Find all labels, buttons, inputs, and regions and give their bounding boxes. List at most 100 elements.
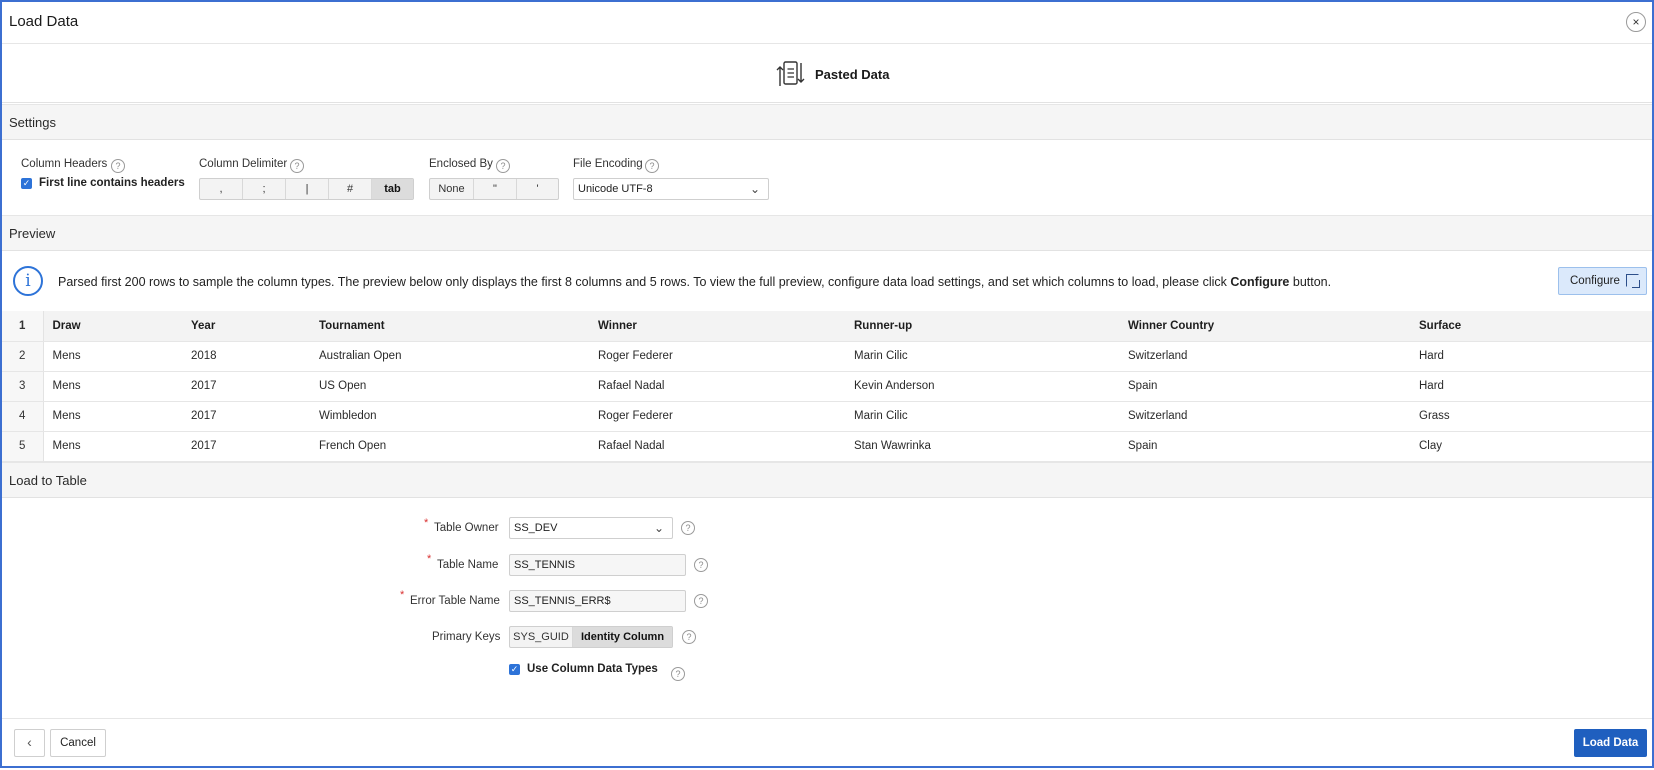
table-cell: Wimbledon [310, 401, 589, 432]
error-table-name-label: Error Table Name [410, 595, 500, 607]
dialog-footer: ‹ Cancel Load Data [2, 718, 1652, 770]
table-cell: Clay [1410, 431, 1652, 462]
required-marker: * [424, 517, 429, 529]
preview-table: 1 Draw Year Tournament Winner Runner-up … [2, 311, 1652, 462]
chevron-down-icon: ⌄ [749, 182, 760, 196]
error-table-name-input[interactable]: SS_TENNIS_ERR$ [509, 590, 686, 612]
load-to-table-section-header: Load to Table [2, 462, 1652, 498]
settings-section-header: Settings [2, 104, 1652, 140]
column-header: Winner Country [1119, 311, 1410, 342]
table-cell: Marin Cilic [845, 401, 1119, 432]
row-number: 2 [2, 341, 44, 372]
configure-button[interactable]: Configure [1558, 267, 1647, 295]
file-encoding-label: File Encoding [573, 158, 643, 170]
table-cell: Roger Federer [589, 341, 845, 372]
table-owner-label: Table Owner [434, 522, 499, 534]
table-owner-value: SS_DEV [514, 522, 558, 534]
column-header: Surface [1410, 311, 1652, 342]
column-header: Tournament [310, 311, 589, 342]
preview-header-row: 1 Draw Year Tournament Winner Runner-up … [2, 311, 1652, 342]
primary-key-option-identity-column[interactable]: Identity Column [573, 627, 672, 647]
table-cell: 2017 [182, 431, 310, 462]
table-cell: 2017 [182, 371, 310, 402]
preview-info-text: Parsed first 200 rows to sample the colu… [58, 275, 1332, 289]
error-table-name-help-icon[interactable]: ? [694, 594, 708, 608]
file-encoding-select[interactable]: Unicode UTF-8 ⌄ [573, 178, 769, 200]
table-name-value: SS_TENNIS [514, 559, 576, 571]
close-icon: × [1632, 15, 1640, 29]
info-icon: i [13, 266, 43, 296]
configure-button-label: Configure [1570, 275, 1620, 287]
enclosed-by-label: Enclosed By [429, 158, 493, 170]
delimiter-option-comma[interactable]: , [200, 179, 243, 199]
enclosed-option-double-quote[interactable]: " [474, 179, 517, 199]
primary-keys-label: Primary Keys [432, 631, 501, 643]
table-name-input[interactable]: SS_TENNIS [509, 554, 686, 576]
delimiter-option-pipe[interactable]: | [286, 179, 329, 199]
close-button[interactable]: × [1626, 12, 1646, 32]
column-headers-help-icon[interactable]: ? [111, 159, 125, 173]
table-cell: Hard [1410, 371, 1652, 402]
primary-keys-selector: SYS_GUID Identity Column [509, 626, 673, 648]
file-encoding-help-icon[interactable]: ? [645, 159, 659, 173]
table-cell: Switzerland [1119, 341, 1410, 372]
table-cell: Hard [1410, 341, 1652, 372]
table-cell: 2017 [182, 401, 310, 432]
table-row: 3 Mens 2017 US Open Rafael Nadal Kevin A… [2, 371, 1652, 402]
table-owner-select[interactable]: SS_DEV ⌄ [509, 517, 673, 539]
delimiter-option-semicolon[interactable]: ; [243, 179, 286, 199]
table-cell: Rafael Nadal [589, 431, 845, 462]
delimiter-option-tab[interactable]: tab [372, 179, 413, 199]
column-delimiter-selector: , ; | # tab [199, 178, 414, 200]
use-column-data-types-label: Use Column Data Types [527, 663, 658, 675]
table-cell: Switzerland [1119, 401, 1410, 432]
preview-section-header: Preview [2, 215, 1652, 251]
table-row: 2 Mens 2018 Australian Open Roger Federe… [2, 341, 1652, 372]
required-marker: * [400, 589, 405, 601]
table-name-help-icon[interactable]: ? [694, 558, 708, 572]
table-cell: Rafael Nadal [589, 371, 845, 402]
enclosed-by-selector: None " ' [429, 178, 559, 200]
column-header: Winner [589, 311, 845, 342]
column-header: Draw [43, 311, 182, 342]
table-owner-help-icon[interactable]: ? [681, 521, 695, 535]
first-line-headers-label: First line contains headers [39, 177, 185, 189]
dialog-title: Load Data [9, 13, 79, 30]
row-number: 4 [2, 401, 44, 432]
required-marker: * [427, 553, 432, 565]
preview-info-row: i Parsed first 200 rows to sample the co… [2, 254, 1652, 312]
column-header: Year [182, 311, 310, 342]
table-cell: Roger Federer [589, 401, 845, 432]
enclosed-option-none[interactable]: None [430, 179, 474, 199]
settings-section-title: Settings [9, 115, 56, 130]
pasted-data-icon [776, 61, 805, 86]
use-column-data-types-checkbox[interactable]: ✓ [509, 664, 520, 675]
column-delimiter-help-icon[interactable]: ? [290, 159, 304, 173]
load-data-button[interactable]: Load Data [1574, 729, 1647, 757]
source-label: Pasted Data [815, 67, 890, 82]
table-row: 4 Mens 2017 Wimbledon Roger Federer Mari… [2, 401, 1652, 432]
delimiter-option-hash[interactable]: # [329, 179, 372, 199]
load-to-table-section-title: Load to Table [9, 473, 87, 488]
back-button[interactable]: ‹ [14, 729, 45, 757]
chevron-left-icon: ‹ [27, 734, 32, 750]
table-cell: 2018 [182, 341, 310, 372]
enclosed-by-help-icon[interactable]: ? [496, 159, 510, 173]
primary-keys-help-icon[interactable]: ? [682, 630, 696, 644]
preview-section-title: Preview [9, 226, 56, 241]
primary-key-option-sys-guid[interactable]: SYS_GUID [510, 627, 573, 647]
source-header: Pasted Data [2, 45, 1652, 103]
error-table-name-value: SS_TENNIS_ERR$ [514, 595, 611, 607]
table-cell: Mens [43, 401, 182, 432]
table-name-label: Table Name [437, 559, 499, 571]
table-cell: Mens [43, 341, 182, 372]
enclosed-option-single-quote[interactable]: ' [517, 179, 558, 199]
open-dialog-icon [1626, 274, 1640, 288]
row-number: 5 [2, 431, 44, 462]
chevron-down-icon: ⌄ [653, 521, 664, 535]
use-column-data-types-help-icon[interactable]: ? [671, 667, 685, 681]
first-line-headers-checkbox[interactable]: ✓ [21, 178, 32, 189]
cancel-button[interactable]: Cancel [50, 729, 106, 757]
table-cell: Mens [43, 431, 182, 462]
row-number: 3 [2, 371, 44, 402]
